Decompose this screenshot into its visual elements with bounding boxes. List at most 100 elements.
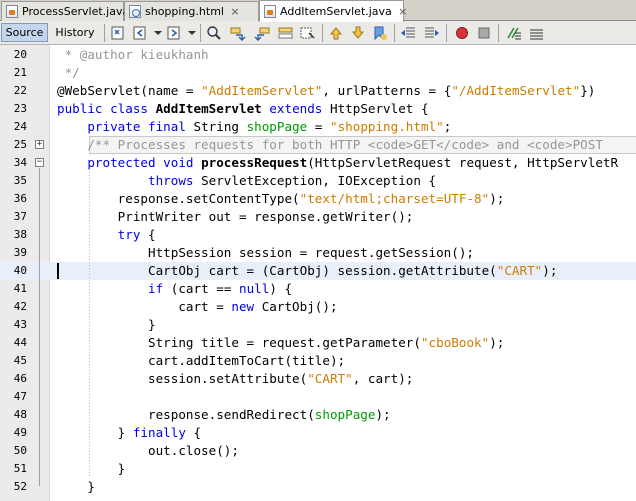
code-token: new <box>231 299 255 314</box>
code-token: { <box>140 227 156 242</box>
code-token: null <box>238 281 270 296</box>
find-selection-icon[interactable] <box>278 25 294 41</box>
code-token: "CART" <box>307 371 353 386</box>
code-token: } <box>57 317 156 332</box>
source-button[interactable]: Source <box>1 23 48 42</box>
code-line[interactable]: 22 @WebServlet(name = "AddItemServlet", u… <box>0 82 636 100</box>
code-line[interactable]: 23 public class AddItemServlet extends Ht… <box>0 100 636 118</box>
code-token: HttpSession session = request.getSession… <box>57 245 475 260</box>
code-line[interactable]: 50 out.close(); <box>0 442 636 460</box>
previous-bookmark-icon[interactable] <box>328 25 344 41</box>
line-number: 46 <box>13 372 27 385</box>
line-number: 43 <box>13 318 27 331</box>
code-line[interactable]: 48 response.sendRedirect(shopPage); <box>0 406 636 424</box>
code-token: ); <box>542 263 558 278</box>
code-text: throws ServletException, IOException { <box>57 172 436 190</box>
forward-dropdown-icon[interactable] <box>184 25 200 41</box>
code-text: protected void processRequest(HttpServle… <box>57 154 618 172</box>
code-token: , urlPatterns = { <box>322 83 452 98</box>
find-icon[interactable] <box>206 25 222 41</box>
code-token: response.sendRedirect( <box>57 407 315 422</box>
code-token: response.setContentType( <box>57 191 300 206</box>
code-text: } <box>57 316 156 334</box>
code-token: } <box>57 479 95 494</box>
code-token: (cart == <box>163 281 239 296</box>
code-editor[interactable]: 20 * @author kieukhanh 21 */22 @WebServlet… <box>0 45 636 501</box>
code-line[interactable]: 34− protected void processRequest(HttpSe… <box>0 154 636 172</box>
line-number: 38 <box>13 228 27 241</box>
editor-toolbar: Source History <box>0 21 636 45</box>
code-token: try <box>57 227 141 242</box>
expand-fold-icon[interactable]: + <box>35 140 44 149</box>
code-line[interactable]: 41 if (cart == null) { <box>0 280 636 298</box>
stop-macro-recording-icon[interactable] <box>476 25 492 41</box>
code-line[interactable]: 37 PrintWriter out = response.getWriter(… <box>0 208 636 226</box>
line-number: 44 <box>13 336 27 349</box>
toggle-highlight-icon[interactable] <box>300 25 316 41</box>
code-line[interactable]: 52 } <box>0 478 636 496</box>
code-line[interactable]: 42 cart = new CartObj(); <box>0 298 636 316</box>
code-token: finally <box>132 425 186 440</box>
line-number: 39 <box>13 246 27 259</box>
code-line[interactable]: 36 response.setContentType("text/html;ch… <box>0 190 636 208</box>
toolbar-separator <box>200 24 201 42</box>
collapse-fold-icon[interactable]: − <box>35 158 44 167</box>
code-token: ); <box>489 191 505 206</box>
next-bookmark-icon[interactable] <box>350 25 366 41</box>
code-line[interactable]: 45 cart.addItemToCart(title); <box>0 352 636 370</box>
code-line[interactable]: 49 } finally { <box>0 424 636 442</box>
code-line[interactable]: 40 CartObj cart = (CartObj) session.getA… <box>0 262 636 280</box>
code-line[interactable]: 38 try { <box>0 226 636 244</box>
uncomment-icon[interactable] <box>528 25 544 41</box>
html-file-icon <box>129 5 141 18</box>
tab-processservlet[interactable]: ProcessServlet.java × <box>1 1 145 21</box>
line-number: 40 <box>13 264 27 277</box>
back-icon[interactable] <box>132 25 148 41</box>
tab-shopping-html[interactable]: shopping.html × <box>124 1 259 21</box>
history-button[interactable]: History <box>51 23 99 42</box>
fold-guide-line <box>39 168 40 486</box>
back-dropdown-icon[interactable] <box>150 25 166 41</box>
shift-right-icon[interactable] <box>424 25 440 41</box>
code-text: session.setAttribute("CART", cart); <box>57 370 413 388</box>
code-token: shopPage <box>246 119 308 134</box>
code-line[interactable]: 43 } <box>0 316 636 334</box>
tab-additemservlet[interactable]: AddItemServlet.java × <box>259 0 407 22</box>
code-line[interactable]: 46 session.setAttribute("CART", cart); <box>0 370 636 388</box>
line-number: 25 <box>13 138 27 151</box>
code-token: session.setAttribute( <box>57 371 308 386</box>
comment-icon[interactable] <box>506 25 522 41</box>
close-tab-icon[interactable]: × <box>230 6 240 17</box>
code-text: } <box>57 478 95 496</box>
code-line[interactable]: 39 HttpSession session = request.getSess… <box>0 244 636 262</box>
start-macro-recording-icon[interactable] <box>454 25 470 41</box>
shift-left-icon[interactable] <box>400 25 416 41</box>
code-line[interactable]: 20 * @author kieukhanh <box>0 46 636 64</box>
code-text: * @author kieukhanh <box>57 46 209 64</box>
code-token: private final <box>57 119 194 134</box>
find-previous-icon[interactable] <box>230 25 246 41</box>
code-token: = <box>307 119 330 134</box>
line-number: 41 <box>13 282 27 295</box>
forward-icon[interactable] <box>166 25 182 41</box>
close-tab-icon[interactable]: × <box>398 6 408 17</box>
code-token: if <box>57 281 164 296</box>
code-token: ServletException, IOException { <box>201 173 437 188</box>
last-edit-icon[interactable] <box>110 25 126 41</box>
code-line[interactable]: 24 private final String shopPage = "shop… <box>0 118 636 136</box>
find-next-icon[interactable] <box>254 25 270 41</box>
code-line[interactable]: 25 + /** Processes requests for both HTTP… <box>0 136 636 154</box>
code-token: public class <box>57 101 156 116</box>
code-token: }) <box>580 83 596 98</box>
line-number: 24 <box>13 120 27 133</box>
toggle-bookmark-icon[interactable] <box>372 25 388 41</box>
code-line[interactable]: 44 String title = request.getParameter("… <box>0 334 636 352</box>
code-token: AddItemServlet <box>155 101 262 116</box>
code-line[interactable]: 51 } <box>0 460 636 478</box>
code-line[interactable]: 47 <box>0 388 636 406</box>
code-text: PrintWriter out = response.getWriter(); <box>57 208 414 226</box>
code-line[interactable]: 35 throws ServletException, IOException … <box>0 172 636 190</box>
code-token: /** Processes requests for both HTTP <co… <box>57 137 603 152</box>
code-line[interactable]: 21 */ <box>0 64 636 82</box>
code-token: (HttpServletRequest request, HttpServlet… <box>307 155 619 170</box>
